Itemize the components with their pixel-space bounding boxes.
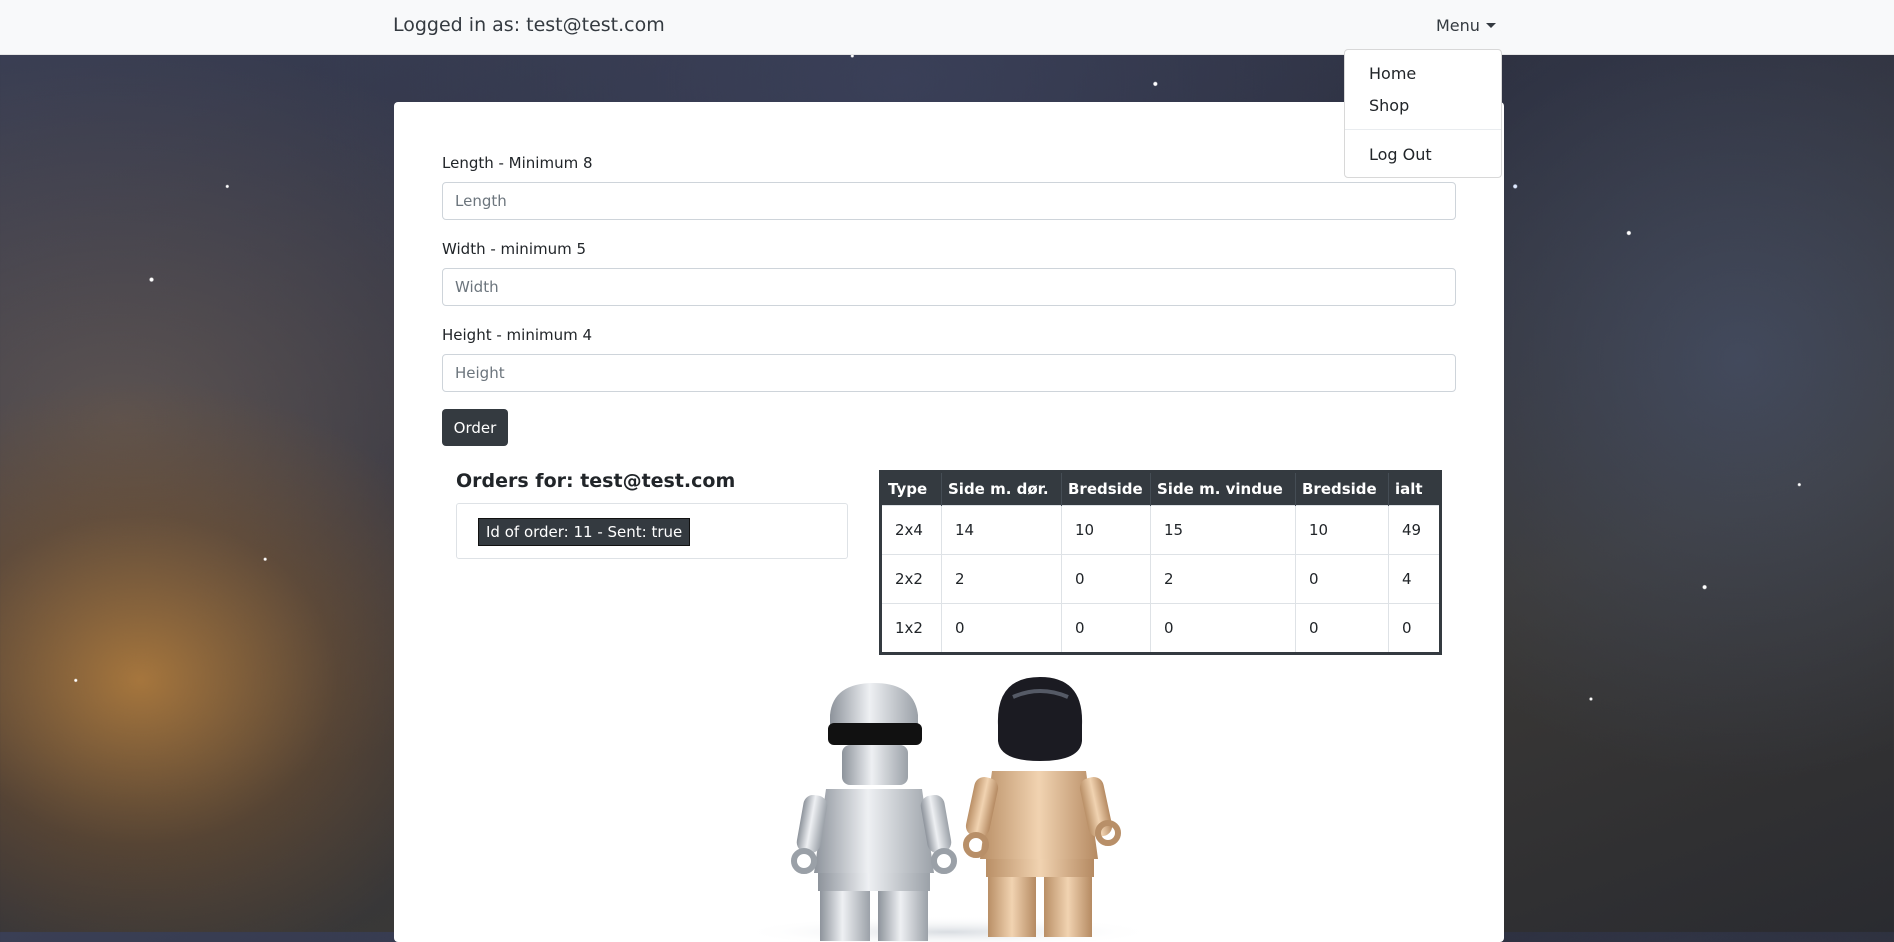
orders-list: Id of order: 11 - Sent: true <box>456 503 848 559</box>
table-cell: 0 <box>941 603 1062 654</box>
table-cell: 49 <box>1388 505 1441 555</box>
header-bredside-1: Bredside <box>1061 471 1151 506</box>
width-label: Width - minimum 5 <box>442 240 587 258</box>
header-side-door: Side m. dør. <box>941 471 1062 506</box>
table-cell: 10 <box>1295 505 1389 555</box>
bill-of-materials-table: Type Side m. dør. Bredside Side m. vindu… <box>879 470 1442 655</box>
table-header-row: Type Side m. dør. Bredside Side m. vindu… <box>880 471 1441 506</box>
silver-robot-figure <box>791 683 957 941</box>
table-cell: 14 <box>941 505 1062 555</box>
order-button[interactable]: Order <box>442 409 508 446</box>
menu-toggle[interactable]: Menu <box>1436 16 1496 35</box>
table-cell: 0 <box>1388 603 1441 654</box>
menu-divider <box>1345 129 1501 130</box>
length-label: Length - Minimum 8 <box>442 154 593 172</box>
caret-down-icon <box>1485 23 1496 28</box>
height-input[interactable] <box>442 354 1456 392</box>
height-label: Height - minimum 4 <box>442 326 593 344</box>
order-item[interactable]: Id of order: 11 - Sent: true <box>478 518 691 546</box>
table-cell: 0 <box>1061 554 1151 604</box>
table-row: 1x2 0 0 0 0 0 <box>880 603 1441 654</box>
table-cell: 0 <box>1295 554 1389 604</box>
menu-dropdown: Home Shop Log Out <box>1344 49 1502 178</box>
lego-figures-image <box>738 677 1158 942</box>
table-cell: 2x2 <box>880 554 942 604</box>
width-input[interactable] <box>442 268 1456 306</box>
table-cell: 4 <box>1388 554 1441 604</box>
gold-robot-figure <box>963 677 1121 937</box>
menu-item-home[interactable]: Home <box>1369 64 1416 83</box>
header-side-window: Side m. vindue <box>1150 471 1296 506</box>
table-cell: 0 <box>1295 603 1389 654</box>
header-bredside-2: Bredside <box>1295 471 1389 506</box>
length-input[interactable] <box>442 182 1456 220</box>
logged-in-text: Logged in as: test@test.com <box>393 14 665 36</box>
table-cell: 0 <box>1061 603 1151 654</box>
menu-item-logout[interactable]: Log Out <box>1369 145 1432 164</box>
menu-item-shop[interactable]: Shop <box>1369 96 1409 115</box>
table-cell: 0 <box>1150 603 1296 654</box>
header-type: Type <box>880 471 942 506</box>
menu-label: Menu <box>1436 16 1480 35</box>
header-total: ialt <box>1388 471 1441 506</box>
table-cell: 10 <box>1061 505 1151 555</box>
table-cell: 2 <box>1150 554 1296 604</box>
table-row: 2x2 2 0 2 0 4 <box>880 554 1441 604</box>
main-card: Length - Minimum 8 Width - minimum 5 Hei… <box>394 102 1504 942</box>
table-cell: 15 <box>1150 505 1296 555</box>
table-cell: 1x2 <box>880 603 942 654</box>
orders-title: Orders for: test@test.com <box>456 470 736 492</box>
table-row: 2x4 14 10 15 10 49 <box>880 505 1441 555</box>
table-cell: 2x4 <box>880 505 942 555</box>
navbar: Logged in as: test@test.com Menu <box>0 0 1894 55</box>
table-cell: 2 <box>941 554 1062 604</box>
